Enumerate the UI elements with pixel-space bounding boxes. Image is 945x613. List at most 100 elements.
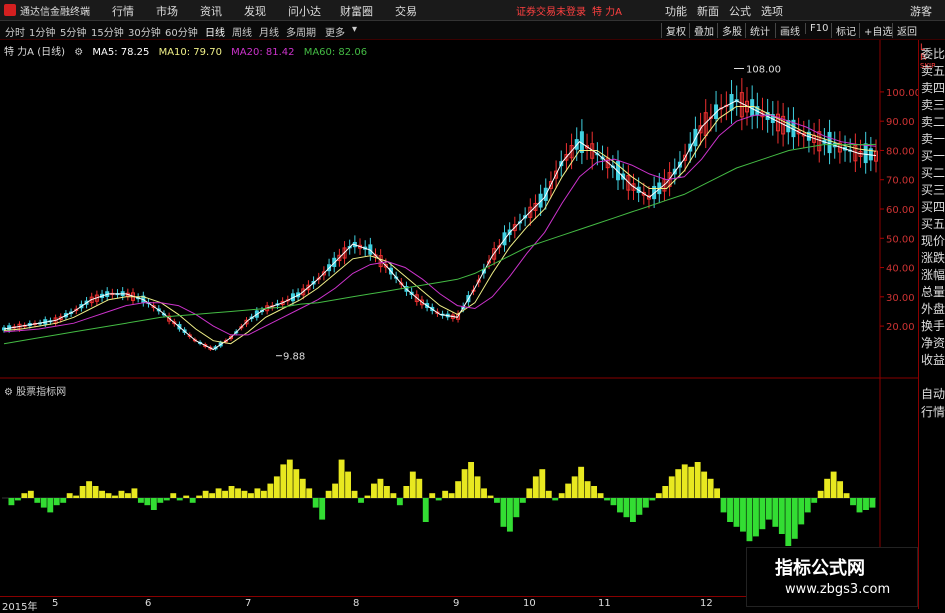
sidebar-item[interactable]: 收益	[921, 354, 945, 367]
indicator-bar	[435, 498, 442, 501]
date-label: 2015年	[2, 602, 38, 613]
indicator-bar	[429, 493, 436, 498]
indicator-bar	[785, 498, 792, 546]
button-overlay[interactable]: 叠加	[689, 23, 714, 38]
indicator-bar	[137, 498, 144, 503]
button-stats[interactable]: 统计	[745, 23, 770, 38]
tab-daily[interactable]: 日线	[205, 24, 225, 39]
menu-item-news[interactable]: 资讯	[200, 3, 222, 19]
tab-multi-period[interactable]: 多周期	[286, 24, 316, 39]
tab-1min[interactable]: 1分钟	[29, 24, 55, 39]
date-label: 12	[700, 598, 713, 609]
indicator-bar	[105, 493, 112, 498]
sidebar-item[interactable]: 换手	[921, 320, 945, 333]
indicator-bar	[604, 498, 610, 501]
chevron-down-icon[interactable]: ▾	[352, 24, 357, 35]
indicator-bar	[332, 483, 339, 498]
login-warning[interactable]: 证券交易未登录	[516, 3, 586, 18]
sidebar-item[interactable]: 卖一	[921, 133, 945, 146]
candle	[827, 119, 832, 165]
indicator-bar	[47, 498, 54, 513]
indicator-bar	[319, 498, 326, 520]
menu-function[interactable]: 功能	[665, 3, 687, 19]
indicator-bar	[222, 490, 228, 498]
sidebar-item[interactable]: 买三	[921, 184, 945, 197]
sidebar-item[interactable]: 自动	[921, 388, 945, 401]
y-tick-label: 70.00	[886, 176, 915, 187]
sidebar-item[interactable]: 总量	[921, 286, 945, 299]
sidebar-item[interactable]: 净资	[921, 337, 945, 350]
menu-item-discover[interactable]: 发现	[244, 3, 266, 19]
sidebar-item[interactable]: 卖三	[921, 99, 945, 112]
tab-5min[interactable]: 5分钟	[60, 24, 86, 39]
y-tick-label: 100.00	[886, 88, 918, 99]
indicator-bar	[642, 498, 649, 508]
indicator-bar	[824, 478, 831, 498]
y-tick-label: 20.00	[886, 322, 915, 333]
menu-formula[interactable]: 公式	[729, 3, 751, 19]
indicator-bar	[765, 498, 772, 520]
date-label: 6	[145, 598, 152, 609]
sidebar-item[interactable]: 卖五	[921, 65, 945, 78]
button-add-watch[interactable]: +自选	[859, 23, 892, 38]
button-multi-stock[interactable]: 多股	[717, 23, 742, 38]
tab-timeshare[interactable]: 分时	[5, 24, 25, 39]
sidebar-item[interactable]: 买四	[921, 201, 945, 214]
tab-60min[interactable]: 60分钟	[165, 24, 198, 39]
indicator-bar	[14, 498, 21, 501]
sidebar-item[interactable]: 买二	[921, 167, 945, 180]
chart-area[interactable]: 108.009.88 14:5014:5014:5014:5014:5014:5…	[0, 40, 918, 596]
indicator-bar	[260, 490, 267, 498]
tab-15min[interactable]: 15分钟	[91, 24, 124, 39]
button-back[interactable]: 返回	[892, 23, 917, 38]
sidebar-item[interactable]: 卖二	[921, 116, 945, 129]
sidebar-item[interactable]: 委比	[921, 48, 945, 61]
indicator-bar	[8, 498, 15, 506]
guest-label[interactable]: 游客	[910, 3, 932, 19]
indicator-bar	[202, 490, 209, 498]
watermark-title: 指标公式网	[775, 558, 865, 579]
indicator-bar	[416, 478, 423, 498]
menu-new-page[interactable]: 新面	[697, 3, 719, 19]
menu-item-trade[interactable]: 交易	[395, 3, 417, 19]
tab-weekly[interactable]: 周线	[232, 24, 252, 39]
button-adjust[interactable]: 复权	[661, 23, 686, 38]
date-label: 5	[52, 598, 59, 609]
indicator-bar	[455, 481, 462, 498]
button-mark[interactable]: 标记	[831, 23, 856, 38]
indicator-bar	[53, 498, 60, 506]
indicator-bar	[66, 493, 73, 498]
menu-item-fortune[interactable]: 财富圈	[340, 3, 373, 19]
menu-item-quotes[interactable]: 行情	[112, 3, 134, 19]
button-draw[interactable]: 画线	[775, 23, 800, 38]
indicator-bar	[163, 498, 170, 501]
sidebar-item[interactable]: 外盘	[921, 303, 945, 316]
indicator-bar	[118, 490, 125, 498]
indicator-bar	[461, 469, 468, 498]
sidebar-item[interactable]: 行情	[921, 406, 945, 419]
indicator-bar	[740, 498, 746, 532]
indicator-bar	[409, 471, 416, 498]
indicator-bar	[688, 466, 695, 498]
tab-more[interactable]: 更多	[325, 24, 345, 39]
sidebar-item[interactable]: 现价	[921, 235, 945, 248]
indicator-bar	[481, 488, 487, 498]
indicator-bar	[325, 490, 332, 498]
indicator-bar	[448, 493, 455, 498]
sidebar-item[interactable]: 买一	[921, 150, 945, 163]
app-title: 通达信金融终端	[20, 7, 90, 18]
sidebar-item[interactable]: 涨幅	[921, 269, 945, 282]
sidebar-item[interactable]: 卖四	[921, 82, 945, 95]
sidebar-item[interactable]: 买五	[921, 218, 945, 231]
button-f10[interactable]: F10	[805, 23, 828, 34]
indicator-bar	[293, 469, 300, 498]
tab-30min[interactable]: 30分钟	[128, 24, 161, 39]
menu-item-market[interactable]: 市场	[156, 3, 178, 19]
indicator-bar	[519, 498, 526, 503]
menu-options[interactable]: 选项	[761, 3, 783, 19]
tab-monthly[interactable]: 月线	[259, 24, 279, 39]
sidebar-item[interactable]: 涨跌	[921, 252, 945, 265]
menu-item-ask[interactable]: 问小达	[288, 3, 321, 19]
indicator-bar	[552, 498, 559, 501]
settings-icon[interactable]: ⚙	[4, 387, 13, 398]
